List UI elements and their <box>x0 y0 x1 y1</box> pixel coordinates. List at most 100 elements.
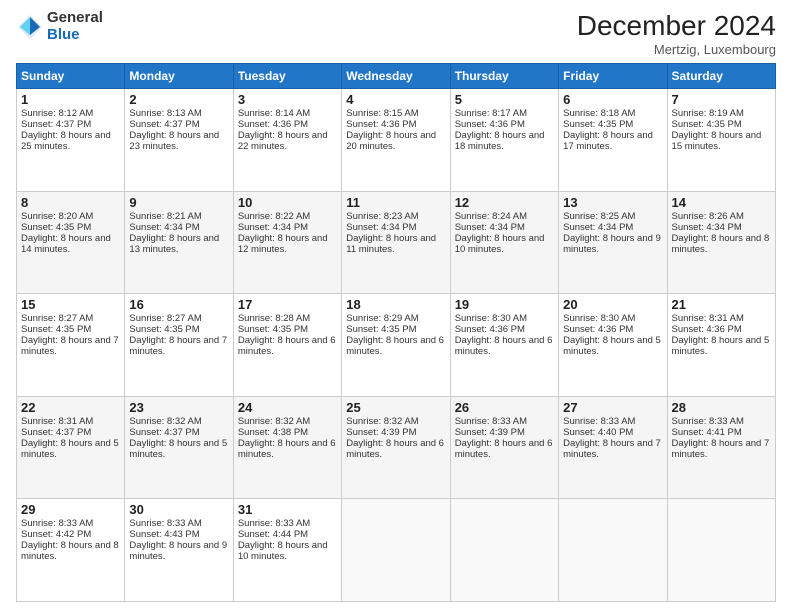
table-row: 30Sunrise: 8:33 AMSunset: 4:43 PMDayligh… <box>125 499 233 602</box>
sunrise-text: Sunrise: 8:25 AM <box>563 211 635 222</box>
table-row: 25Sunrise: 8:32 AMSunset: 4:39 PMDayligh… <box>342 396 450 499</box>
sunset-text: Sunset: 4:35 PM <box>21 324 91 335</box>
sunset-text: Sunset: 4:35 PM <box>238 324 308 335</box>
table-row: 19Sunrise: 8:30 AMSunset: 4:36 PMDayligh… <box>450 294 558 397</box>
sunset-text: Sunset: 4:34 PM <box>129 222 199 233</box>
day-number: 29 <box>21 502 120 517</box>
sunset-text: Sunset: 4:44 PM <box>238 529 308 540</box>
table-row: 16Sunrise: 8:27 AMSunset: 4:35 PMDayligh… <box>125 294 233 397</box>
day-number: 26 <box>455 400 554 415</box>
sunset-text: Sunset: 4:37 PM <box>129 119 199 130</box>
sunset-text: Sunset: 4:36 PM <box>455 119 525 130</box>
table-row: 23Sunrise: 8:32 AMSunset: 4:37 PMDayligh… <box>125 396 233 499</box>
day-number: 21 <box>672 297 771 312</box>
day-number: 4 <box>346 92 445 107</box>
daylight-text: Daylight: 8 hours and 10 minutes. <box>455 233 545 255</box>
calendar-body: 1Sunrise: 8:12 AM Sunset: 4:37 PM Daylight… <box>17 89 776 602</box>
logo-icon <box>16 13 44 41</box>
daylight-text: Daylight: 8 hours and 25 minutes. <box>21 130 111 152</box>
daylight-text: Daylight: 8 hours and 5 minutes. <box>21 438 119 460</box>
sunrise-text: Sunrise: 8:29 AM <box>346 313 418 324</box>
day-number: 19 <box>455 297 554 312</box>
day-number: 9 <box>129 195 228 210</box>
table-row: 2Sunrise: 8:13 AMSunset: 4:37 PMDaylight… <box>125 89 233 192</box>
col-sunday: Sunday <box>17 64 125 89</box>
calendar-header-row: Sunday Monday Tuesday Wednesday Thursday… <box>17 64 776 89</box>
sunrise-text: Sunrise: 8:28 AM <box>238 313 310 324</box>
sunset-text: Sunset: 4:38 PM <box>238 427 308 438</box>
table-row: 10Sunrise: 8:22 AMSunset: 4:34 PMDayligh… <box>233 191 341 294</box>
day-number: 17 <box>238 297 337 312</box>
table-row: 20Sunrise: 8:30 AMSunset: 4:36 PMDayligh… <box>559 294 667 397</box>
col-monday: Monday <box>125 64 233 89</box>
table-row <box>342 499 450 602</box>
sunset-text: Sunset: 4:34 PM <box>346 222 416 233</box>
daylight-text: Daylight: 8 hours and 15 minutes. <box>672 130 762 152</box>
sunrise-text: Sunrise: 8:31 AM <box>21 416 93 427</box>
sunset-text: Sunset: 4:39 PM <box>346 427 416 438</box>
logo-general-text: General <box>47 10 103 27</box>
daylight-text: Daylight: 8 hours and 7 minutes. <box>563 438 661 460</box>
sunset-text: Sunset: 4:34 PM <box>238 222 308 233</box>
sunrise-text: Sunrise: 8:27 AM <box>21 313 93 324</box>
day-number: 7 <box>672 92 771 107</box>
day-number: 1 <box>21 92 120 107</box>
calendar-week-row: 1Sunrise: 8:12 AM Sunset: 4:37 PM Daylight… <box>17 89 776 192</box>
table-row: 6Sunrise: 8:18 AMSunset: 4:35 PMDaylight… <box>559 89 667 192</box>
sunrise-text: Sunrise: 8:33 AM <box>672 416 744 427</box>
daylight-text: Daylight: 8 hours and 8 minutes. <box>672 233 770 255</box>
logo: General Blue <box>16 10 103 43</box>
table-row: 26Sunrise: 8:33 AMSunset: 4:39 PMDayligh… <box>450 396 558 499</box>
daylight-text: Daylight: 8 hours and 6 minutes. <box>346 438 444 460</box>
day-number: 8 <box>21 195 120 210</box>
table-row: 9Sunrise: 8:21 AMSunset: 4:34 PMDaylight… <box>125 191 233 294</box>
sunrise-text: Sunrise: 8:32 AM <box>238 416 310 427</box>
daylight-text: Daylight: 8 hours and 5 minutes. <box>129 438 227 460</box>
logo-blue-text: Blue <box>47 27 103 44</box>
table-row: 22Sunrise: 8:31 AMSunset: 4:37 PMDayligh… <box>17 396 125 499</box>
sunset-text: Sunset: 4:36 PM <box>672 324 742 335</box>
sunset-text: Sunset: 4:42 PM <box>21 529 91 540</box>
sunset-text: Sunset: 4:35 PM <box>346 324 416 335</box>
table-row: 18Sunrise: 8:29 AMSunset: 4:35 PMDayligh… <box>342 294 450 397</box>
sunrise-text: Sunrise: 8:24 AM <box>455 211 527 222</box>
sunrise-text: Sunrise: 8:12 AM <box>21 108 93 119</box>
daylight-text: Daylight: 8 hours and 12 minutes. <box>238 233 328 255</box>
page: General Blue December 2024 Mertzig, Luxe… <box>0 0 792 612</box>
sunrise-text: Sunrise: 8:27 AM <box>129 313 201 324</box>
sunset-text: Sunset: 4:36 PM <box>455 324 525 335</box>
col-saturday: Saturday <box>667 64 775 89</box>
table-row: 11Sunrise: 8:23 AMSunset: 4:34 PMDayligh… <box>342 191 450 294</box>
calendar-week-row: 29 Sunrise: 8:33 AM Sunset: 4:42 PMDayligh… <box>17 499 776 602</box>
logo-text: General Blue <box>47 10 103 43</box>
calendar-week-row: 15Sunrise: 8:27 AMSunset: 4:35 PMDayligh… <box>17 294 776 397</box>
sunrise-text: Sunrise: 8:30 AM <box>455 313 527 324</box>
daylight-text: Daylight: 8 hours and 20 minutes. <box>346 130 436 152</box>
day-number: 12 <box>455 195 554 210</box>
day-number: 11 <box>346 195 445 210</box>
sunrise-text: Sunrise: 8:21 AM <box>129 211 201 222</box>
sunset-text: Sunset: 4:35 PM <box>672 119 742 130</box>
daylight-text: Daylight: 8 hours and 8 minutes. <box>21 540 119 562</box>
table-row <box>559 499 667 602</box>
daylight-text: Daylight: 8 hours and 18 minutes. <box>455 130 545 152</box>
day-number: 31 <box>238 502 337 517</box>
sunrise-text: Sunrise: 8:18 AM <box>563 108 635 119</box>
daylight-text: Daylight: 8 hours and 11 minutes. <box>346 233 436 255</box>
table-row: 14Sunrise: 8:26 AMSunset: 4:34 PMDayligh… <box>667 191 775 294</box>
daylight-text: Daylight: 8 hours and 7 minutes. <box>672 438 770 460</box>
daylight-text: Daylight: 8 hours and 14 minutes. <box>21 233 111 255</box>
location: Mertzig, Luxembourg <box>577 42 776 57</box>
sunrise-text: Sunrise: 8:26 AM <box>672 211 744 222</box>
table-row: 24Sunrise: 8:32 AMSunset: 4:38 PMDayligh… <box>233 396 341 499</box>
day-number: 24 <box>238 400 337 415</box>
col-wednesday: Wednesday <box>342 64 450 89</box>
daylight-text: Daylight: 8 hours and 6 minutes. <box>238 438 336 460</box>
sunrise-text: Sunrise: 8:20 AM <box>21 211 93 222</box>
sunrise-text: Sunrise: 8:22 AM <box>238 211 310 222</box>
sunset-text: Sunset: 4:36 PM <box>563 324 633 335</box>
sunrise-text: Sunrise: 8:33 AM <box>129 518 201 529</box>
calendar-table: Sunday Monday Tuesday Wednesday Thursday… <box>16 63 776 602</box>
sunrise-text: Sunrise: 8:32 AM <box>129 416 201 427</box>
daylight-text: Daylight: 8 hours and 17 minutes. <box>563 130 653 152</box>
